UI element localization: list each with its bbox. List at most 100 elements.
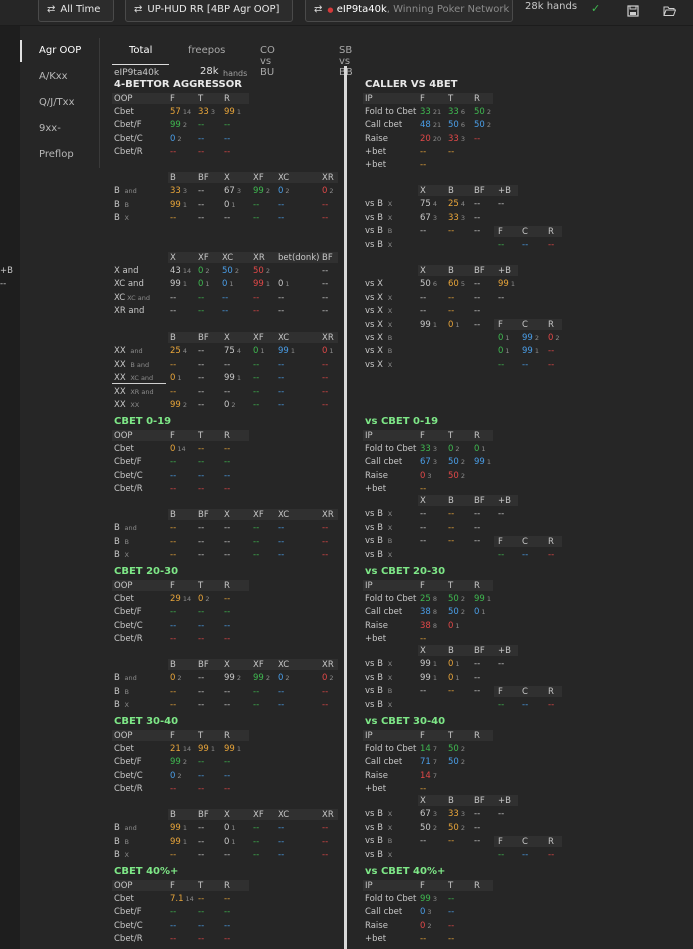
stat-value: B bbox=[114, 536, 123, 547]
stat-value: -- bbox=[253, 199, 260, 210]
stat-cell: X bbox=[170, 253, 176, 264]
checkmark-icon[interactable]: ✓ bbox=[591, 2, 600, 15]
stat-cell: -- bbox=[253, 537, 259, 548]
sidebar-item-akxx[interactable]: A/Kxx bbox=[20, 64, 100, 90]
stat-cell: B bbox=[170, 660, 176, 671]
stat-cell: OOP bbox=[114, 731, 133, 742]
stat-cell: +bet bbox=[365, 484, 386, 495]
stat-cell: 99 1 bbox=[474, 457, 491, 468]
stat-cell: Cbet/R bbox=[114, 147, 143, 158]
save-icon[interactable] bbox=[627, 5, 639, 17]
stat-sample: 2 bbox=[460, 745, 465, 753]
stat-cell: XX and bbox=[114, 346, 143, 357]
stat-cell: vs B X bbox=[365, 823, 392, 834]
stat-cell: -- bbox=[420, 293, 426, 304]
hud-profile-label: UP-HUD RR [4BP Agr OOP] bbox=[147, 4, 280, 15]
sidebar-item-agr-oop[interactable]: Agr OOP bbox=[20, 38, 100, 64]
stat-value: -- bbox=[448, 934, 455, 944]
stat-cell: R bbox=[224, 94, 230, 105]
stat-cell: 03 bbox=[420, 907, 432, 918]
stat-sample: X bbox=[387, 660, 393, 668]
stat-value: XR bbox=[322, 333, 334, 343]
stat-value: -- bbox=[253, 400, 260, 410]
active-tab-underline bbox=[112, 64, 169, 65]
stat-value: -- bbox=[170, 457, 177, 467]
stat-value: vs X bbox=[365, 292, 386, 303]
stat-cell: vs B X bbox=[365, 659, 392, 670]
stat-value: -- bbox=[448, 907, 455, 917]
stat-value: vs X bbox=[365, 319, 386, 330]
stat-value: -- bbox=[474, 509, 481, 519]
stat-value: vs B bbox=[365, 659, 386, 669]
stat-value: X bbox=[420, 186, 426, 196]
stat-cell: -- bbox=[170, 550, 176, 561]
stat-cell: -- bbox=[198, 823, 204, 834]
time-filter-button[interactable]: ⇄ All Time bbox=[38, 0, 114, 22]
stat-value: -- bbox=[448, 686, 455, 696]
stat-cell: 50 2 bbox=[420, 823, 437, 834]
stat-value: -- bbox=[322, 293, 329, 303]
stat-cell: -- bbox=[253, 213, 259, 224]
stat-value: 0 bbox=[322, 346, 328, 356]
stat-cell: -- bbox=[322, 293, 328, 304]
stat-cell: -- bbox=[498, 240, 504, 251]
stat-value: -- bbox=[322, 700, 329, 710]
stat-cell: 99 1 bbox=[474, 594, 491, 605]
stat-sample: 3 bbox=[182, 187, 187, 195]
stat-cell: -- bbox=[322, 837, 328, 848]
stat-cell: Cbet bbox=[114, 107, 134, 118]
stat-value: 43 bbox=[170, 266, 181, 276]
stat-cell: -- bbox=[198, 934, 204, 945]
stat-cell: 50 2 bbox=[448, 607, 465, 618]
stat-value: 33 bbox=[448, 134, 459, 144]
stat-value: OOP bbox=[114, 431, 133, 441]
stat-value: XR bbox=[322, 510, 334, 520]
stat-value: -- bbox=[278, 686, 285, 697]
stat-value: -- bbox=[170, 471, 177, 481]
stat-value: 0 bbox=[224, 836, 230, 847]
stat-value: 50 bbox=[448, 120, 459, 130]
folder-open-icon[interactable] bbox=[663, 5, 676, 17]
stat-cell: -- bbox=[198, 120, 204, 131]
stat-cell: -- bbox=[448, 147, 454, 158]
tab-total[interactable]: Total bbox=[129, 45, 152, 56]
hud-profile-button[interactable]: ⇄ UP-HUD RR [4BP Agr OOP] bbox=[125, 0, 293, 22]
stat-cell: 71 7 bbox=[420, 757, 437, 768]
stat-value: vs X bbox=[365, 306, 386, 316]
stat-cell: 50 2 bbox=[222, 266, 239, 277]
sidebar-item-qjtxx[interactable]: Q/J/Txx bbox=[20, 90, 100, 116]
stat-value: 33 bbox=[198, 107, 209, 117]
player-select-button[interactable]: ⇄ ● eIP9ta40k, Winning Poker Network bbox=[305, 0, 513, 22]
stat-cell: IP bbox=[365, 731, 373, 742]
stat-value: -- bbox=[198, 306, 205, 316]
stat-value: -- bbox=[198, 536, 205, 547]
stat-value: -- bbox=[474, 672, 481, 683]
stat-cell: T bbox=[448, 94, 453, 105]
stat-cell: 48 21 bbox=[420, 120, 441, 131]
stat-value: 33 bbox=[448, 107, 459, 117]
stat-cell: 38 8 bbox=[420, 607, 437, 618]
stat-cell: -- bbox=[224, 757, 230, 768]
stat-cell: -- bbox=[253, 550, 259, 561]
stat-sample: B bbox=[387, 537, 393, 545]
stat-cell: BF bbox=[198, 510, 209, 521]
stat-cell: vs B X bbox=[365, 509, 392, 520]
stat-cell: B bbox=[448, 796, 454, 807]
stat-value: 0 bbox=[278, 673, 284, 683]
stat-value: Raise bbox=[365, 471, 388, 481]
stat-value: -- bbox=[198, 293, 205, 303]
sidebar-item-preflop[interactable]: Preflop bbox=[20, 142, 100, 168]
stat-cell: -- bbox=[322, 850, 328, 861]
stat-cell: -- bbox=[224, 621, 230, 632]
sidebar-item-9xx[interactable]: 9xx- bbox=[20, 116, 100, 142]
stat-value: T bbox=[198, 94, 204, 104]
tab-freepos[interactable]: freepos bbox=[188, 45, 225, 56]
stat-cell: B and bbox=[114, 186, 137, 197]
tab-co-vs-bu[interactable]: CO vs BU bbox=[260, 45, 275, 78]
stat-value: B bbox=[114, 523, 123, 533]
stat-cell: -- bbox=[198, 360, 204, 371]
stat-sample: 1 bbox=[486, 458, 491, 466]
stat-cell: XF bbox=[198, 253, 209, 264]
stat-cell: B B bbox=[114, 200, 129, 211]
stat-sample: B bbox=[387, 334, 393, 342]
